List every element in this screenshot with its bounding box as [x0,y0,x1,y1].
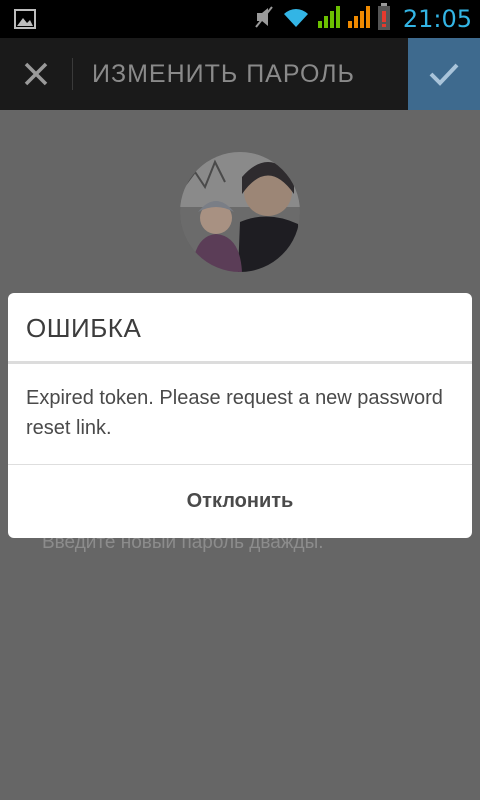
signal-icon-2 [347,5,371,34]
dialog-message: Expired token. Please request a new pass… [26,387,443,439]
clock: 21:05 [402,5,472,33]
dialog-title: ОШИБКА [26,313,142,343]
dismiss-button[interactable]: Отклонить [8,465,472,538]
wifi-icon [281,5,311,34]
status-bar: 21:05 [0,0,480,38]
action-bar-divider [72,58,73,90]
signal-icon [317,5,341,34]
action-bar: ИЗМЕНИТЬ ПАРОЛЬ [0,38,480,110]
error-dialog: ОШИБКА Expired token. Please request a n… [8,293,472,538]
check-icon [429,63,459,86]
close-button[interactable] [14,56,58,92]
page-title: ИЗМЕНИТЬ ПАРОЛЬ [92,60,355,88]
image-notification-icon [14,9,36,34]
mute-icon [253,4,275,35]
confirm-button[interactable] [408,38,480,110]
dialog-title-divider [8,361,472,364]
battery-low-icon [377,2,391,36]
close-icon [24,62,48,86]
avatar [180,152,300,272]
status-icons: 21:05 [253,0,472,38]
